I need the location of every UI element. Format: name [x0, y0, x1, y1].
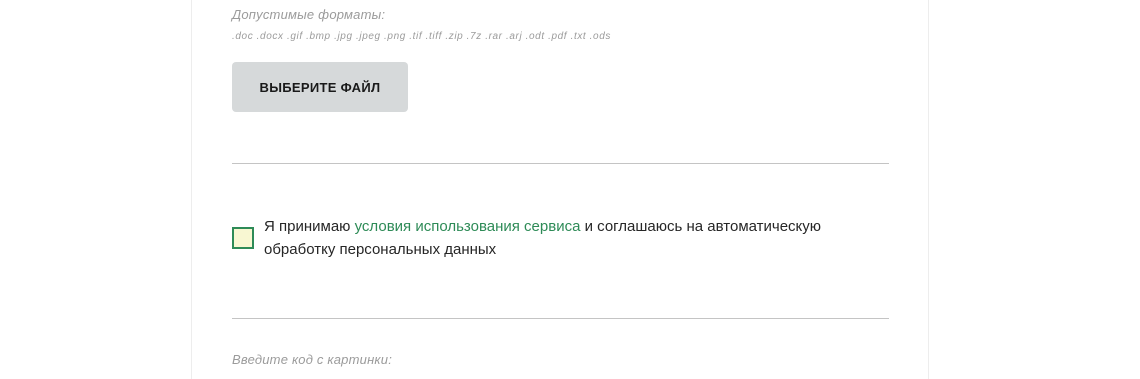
consent-text-before: Я принимаю [264, 218, 355, 235]
allowed-formats-label: Допустимые форматы: [232, 7, 386, 22]
page: Допустимые форматы: .doc .docx .gif .bmp… [0, 0, 1140, 379]
divider [232, 318, 889, 319]
allowed-formats-list: .doc .docx .gif .bmp .jpg .jpeg .png .ti… [232, 31, 611, 42]
form-card [191, 0, 929, 379]
choose-file-button[interactable]: ВЫБЕРИТЕ ФАЙЛ [232, 62, 408, 112]
terms-of-service-link[interactable]: условия использования сервиса [355, 218, 581, 235]
divider [232, 163, 889, 164]
captcha-label: Введите код с картинки: [232, 352, 393, 367]
terms-consent-label: Я принимаю условия использования сервиса… [264, 215, 889, 261]
terms-checkbox[interactable] [232, 227, 254, 249]
